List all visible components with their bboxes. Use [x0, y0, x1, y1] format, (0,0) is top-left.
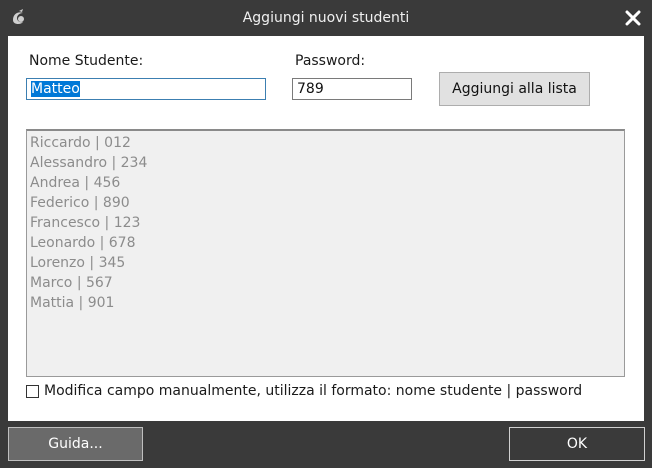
close-icon[interactable]	[622, 7, 644, 29]
student-entry: Andrea | 456	[30, 175, 121, 191]
help-button[interactable]: Guida...	[8, 427, 143, 461]
student-name-value: Matteo	[31, 81, 80, 97]
student-list-textarea[interactable]: Riccardo | 012 Alessandro | 234 Andrea | 4…	[26, 129, 625, 377]
student-name-label: Nome Studente:	[29, 53, 144, 69]
manual-edit-checkbox[interactable]	[26, 385, 39, 398]
student-entry: Francesco | 123	[30, 215, 141, 231]
add-to-list-button[interactable]: Aggiungi alla lista	[439, 72, 590, 106]
dialog-content: Nome Studente: Password: Matteo 789 Aggi…	[8, 36, 644, 421]
student-entry: Riccardo | 012	[30, 135, 131, 151]
password-input[interactable]: 789	[292, 78, 412, 100]
title-bar: Aggiungi nuovi studenti	[0, 0, 652, 36]
password-value: 789	[297, 81, 324, 97]
ok-button[interactable]: OK	[509, 427, 645, 461]
student-entry: Federico | 890	[30, 195, 130, 211]
dialog-window: Aggiungi nuovi studenti Nome Studente: P…	[0, 0, 652, 468]
password-label: Password:	[295, 53, 366, 69]
window-title: Aggiungi nuovi studenti	[242, 10, 410, 26]
student-entry: Mattia | 901	[30, 295, 115, 311]
manual-edit-label: Modifica campo manualmente, utilizza il …	[44, 383, 583, 399]
student-entry: Leonardo | 678	[30, 235, 136, 251]
student-entry: Alessandro | 234	[30, 155, 148, 171]
student-entry: Marco | 567	[30, 275, 113, 291]
student-entry: Lorenzo | 345	[30, 255, 126, 271]
student-name-input[interactable]: Matteo	[26, 78, 266, 100]
